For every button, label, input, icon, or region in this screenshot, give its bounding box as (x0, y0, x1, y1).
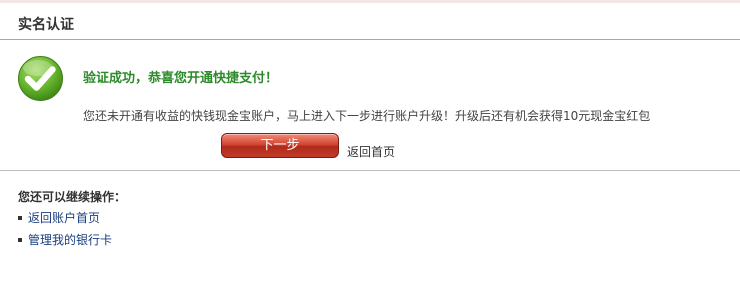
list-item: 管理我的银行卡 (18, 231, 112, 253)
bullet-icon (18, 237, 22, 242)
title-divider (0, 39, 740, 40)
bullet-icon (18, 215, 22, 220)
upgrade-info-text: 您还未开通有收益的快钱现金宝账户，马上进入下一步进行账户升级！升级后还有机会获得… (83, 109, 651, 123)
real-name-verification-page: 实名认证 验证成功，恭喜您开通快捷支付！ 您还未开通有收益的快钱现金宝账户，马上… (0, 0, 740, 302)
continue-operations-label: 您还可以继续操作： (18, 190, 127, 204)
operations-list: 返回账户首页 管理我的银行卡 (18, 209, 112, 253)
account-home-link[interactable]: 返回账户首页 (28, 211, 100, 225)
checkmark-success-icon (18, 56, 63, 101)
section-title: 实名认证 (18, 17, 74, 33)
success-heading: 验证成功，恭喜您开通快捷支付！ (83, 71, 279, 86)
content-divider (0, 170, 740, 171)
next-step-button[interactable]: 下一步 (221, 133, 339, 158)
top-accent-strip (0, 0, 740, 3)
return-home-link[interactable]: 返回首页 (347, 143, 395, 160)
manage-bank-cards-link[interactable]: 管理我的银行卡 (28, 233, 112, 247)
list-item: 返回账户首页 (18, 209, 112, 231)
